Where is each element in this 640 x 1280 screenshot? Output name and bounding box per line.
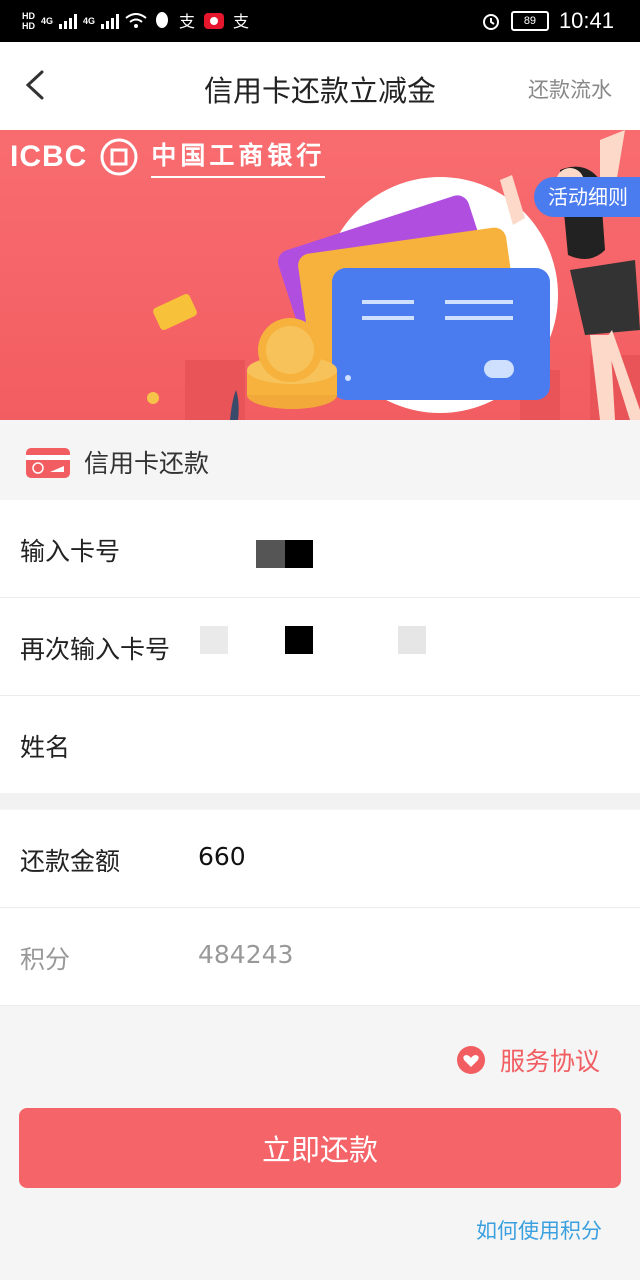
masked-digits xyxy=(285,626,313,654)
activity-rules-button[interactable]: 活动细则 xyxy=(534,177,640,217)
amount-value[interactable]: 660 xyxy=(198,842,246,871)
qq-icon xyxy=(156,12,169,28)
icbc-logo: ICBC 中国工商银行 xyxy=(10,136,326,178)
card-number-confirm-label: 再次输入卡号 xyxy=(20,635,171,664)
masked-digits xyxy=(256,540,286,568)
section-title: 信用卡还款 xyxy=(84,449,210,478)
repay-now-button[interactable]: 立即还款 xyxy=(19,1108,621,1188)
hd-indicator: HD HD xyxy=(22,11,35,31)
alipay-icon: 支 xyxy=(233,13,249,31)
alipay-icon: 支 xyxy=(179,13,195,31)
amount-label: 还款金额 xyxy=(20,847,121,876)
weibo-icon xyxy=(204,13,225,29)
promo-banner: ICBC 中国工商银行 活动细则 xyxy=(0,130,640,420)
section-header: 信用卡还款 xyxy=(0,420,640,500)
svg-text:支: 支 xyxy=(179,13,195,31)
page-header: 信用卡还款立减金 还款流水 xyxy=(0,42,640,130)
network-type-2: 4G xyxy=(83,16,96,26)
battery-indicator: 89 xyxy=(510,11,549,31)
points-row: 积分 484243 xyxy=(0,908,640,1006)
clock: 10:41 xyxy=(558,8,614,33)
alarm-icon xyxy=(482,14,499,30)
amount-row[interactable]: 还款金额 660 xyxy=(0,810,640,908)
masked-digits xyxy=(398,626,426,654)
card-number-row[interactable]: 输入卡号 xyxy=(0,500,640,598)
heart-icon[interactable] xyxy=(456,1045,486,1075)
how-to-use-points-link[interactable]: 如何使用积分 xyxy=(476,1215,602,1245)
card-number-confirm-row[interactable]: 再次输入卡号 xyxy=(0,598,640,696)
masked-digits xyxy=(285,540,313,568)
divider xyxy=(0,793,640,809)
points-value: 484243 xyxy=(198,940,294,969)
signal-icon xyxy=(59,13,78,29)
signal-icon xyxy=(101,13,120,29)
credit-card-icon xyxy=(26,448,70,478)
service-agreement-label[interactable]: 服务协议 xyxy=(500,1042,600,1078)
svg-text:支: 支 xyxy=(233,13,249,31)
repayment-history-link[interactable]: 还款流水 xyxy=(528,74,612,104)
card-number-label: 输入卡号 xyxy=(20,537,121,566)
service-agreement[interactable]: 服务协议 xyxy=(456,1042,600,1078)
bank-name: 中国工商银行 xyxy=(151,136,326,178)
name-label: 姓名 xyxy=(20,733,71,762)
network-type-1: 4G xyxy=(41,16,54,26)
icbc-emblem-icon xyxy=(100,138,138,176)
masked-digits xyxy=(200,626,228,654)
status-bar: HD HD 4G 4G 支 支 89 10:41 xyxy=(0,0,640,42)
points-label: 积分 xyxy=(20,945,71,974)
wifi-icon xyxy=(125,13,147,28)
name-row[interactable]: 姓名 xyxy=(0,696,640,794)
